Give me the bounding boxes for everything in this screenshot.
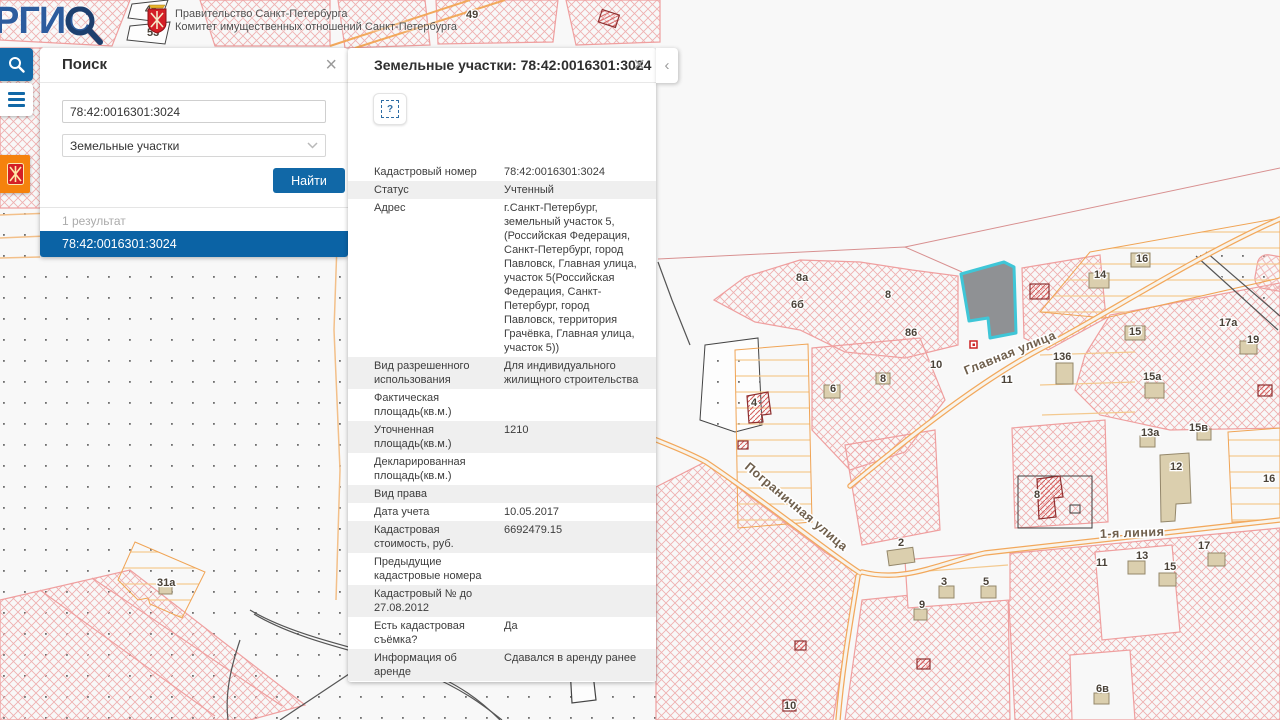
spb-crest-small-icon bbox=[7, 163, 24, 185]
parcel-label: 8 bbox=[885, 289, 891, 301]
parcel-label: 6б bbox=[791, 299, 804, 311]
gov-line1: Правительство Санкт-Петербурга bbox=[175, 8, 457, 21]
parcel-label: 8 bbox=[1034, 489, 1040, 501]
spb-crest-icon bbox=[146, 4, 168, 34]
close-icon[interactable]: × bbox=[325, 52, 337, 78]
parcel-label: 5 bbox=[983, 576, 989, 588]
table-row: Кадастровая стоимость, руб.6692479.15 bbox=[348, 521, 656, 553]
divider bbox=[40, 207, 348, 208]
parcel-label: 3 bbox=[941, 576, 947, 588]
search-panel: Поиск × Земельные участки Найти 1 резуль… bbox=[40, 48, 348, 257]
search-category-select[interactable]: Земельные участки bbox=[62, 134, 326, 157]
details-panel-header: Земельные участки: 78:42:0016301:3024 × bbox=[348, 48, 656, 83]
highlight-object-button[interactable]: ? bbox=[373, 93, 407, 125]
table-row: Декларированная площадь(кв.м.) bbox=[348, 453, 656, 485]
parcel-label: 10 bbox=[930, 359, 942, 371]
table-row: Кадастровый номер78:42:0016301:3024 bbox=[348, 163, 656, 181]
table-row: Информация об арендеСдавался в аренду ра… bbox=[348, 649, 656, 681]
parcel-label: 16 bbox=[1136, 253, 1148, 265]
parcel-label: 2 bbox=[898, 537, 904, 549]
table-row: Адресг.Санкт-Петербург, земельный участо… bbox=[348, 199, 656, 357]
parcel-label: 15а bbox=[1143, 371, 1162, 383]
table-row: Вид разрешенного использованияДля индиви… bbox=[348, 357, 656, 389]
parcel-label: 11 bbox=[1096, 557, 1108, 569]
parcel-label: 86 bbox=[905, 327, 917, 339]
parcel-label: 19 bbox=[1247, 334, 1259, 346]
parcel-label: 6в bbox=[1096, 683, 1109, 695]
table-row: Уточненная площадь(кв.м.)1210 bbox=[348, 421, 656, 453]
attributes-table: Кадастровый номер78:42:0016301:3024 Стат… bbox=[348, 163, 656, 681]
search-result-item[interactable]: 78:42:0016301:3024 bbox=[40, 231, 348, 257]
parcel-label: 13 bbox=[1136, 550, 1148, 562]
parcel-label: 8 bbox=[880, 373, 886, 385]
rgis-logo: РГИС bbox=[0, 0, 92, 43]
table-row: Вид права bbox=[348, 485, 656, 503]
details-panel: Земельные участки: 78:42:0016301:3024 × … bbox=[348, 48, 656, 682]
parcel-label: 15 bbox=[1164, 561, 1176, 573]
parcel-label: 136 bbox=[1053, 351, 1071, 363]
street-label: 1-я линия bbox=[1100, 525, 1165, 541]
parcel-label: 16 bbox=[1263, 473, 1275, 485]
gov-line2: Комитет имущественных отношений Санкт-Пе… bbox=[175, 21, 457, 34]
magnifier-logo-icon bbox=[60, 2, 106, 48]
parcel-label: 8а bbox=[796, 272, 809, 284]
government-block: Правительство Санкт-Петербурга Комитет и… bbox=[146, 4, 457, 34]
search-panel-header: Поиск × bbox=[40, 48, 348, 83]
parcel-label: 9 bbox=[919, 599, 925, 611]
parcel-label: 10 bbox=[784, 700, 796, 712]
parcel-label: 31а bbox=[157, 577, 176, 589]
parcel-label: 49 bbox=[466, 9, 478, 21]
table-row: Дата учета10.05.2017 bbox=[348, 503, 656, 521]
search-input[interactable] bbox=[62, 100, 326, 123]
table-row: СтатусУчтенный bbox=[348, 181, 656, 199]
table-row: Предыдущие кадастровые номера bbox=[348, 553, 656, 585]
parcel-label: 14 bbox=[1094, 269, 1107, 281]
object-selection-icon: ? bbox=[381, 100, 399, 118]
table-row: Фактическая площадь(кв.м.) bbox=[348, 389, 656, 421]
table-row: Кадастровый № до 27.08.2012 bbox=[348, 585, 656, 617]
spb-services-button[interactable] bbox=[0, 155, 30, 193]
parcel-label: 17 bbox=[1198, 540, 1210, 552]
rgis-app: Главная улица Пограничная улица 1-я лини… bbox=[0, 0, 1280, 720]
layers-menu-button[interactable] bbox=[0, 83, 33, 116]
parcel-label: 4 bbox=[751, 397, 758, 409]
parcel-label: 15 bbox=[1129, 326, 1141, 338]
table-row: Есть кадастровая съёмка?Да bbox=[348, 617, 656, 649]
parcel-label: 6 bbox=[830, 383, 836, 395]
collapse-panel-button[interactable]: ‹ bbox=[656, 48, 678, 83]
find-button[interactable]: Найти bbox=[273, 168, 345, 193]
chevron-down-icon bbox=[307, 142, 318, 149]
search-icon bbox=[8, 56, 25, 73]
parcel-label: 13а bbox=[1141, 427, 1160, 439]
results-count: 1 результат bbox=[62, 214, 126, 228]
search-tool-button[interactable] bbox=[0, 48, 33, 81]
close-icon[interactable]: × bbox=[633, 52, 645, 78]
parcel-label: 12 bbox=[1170, 461, 1182, 473]
parcel-label: 11 bbox=[1001, 374, 1013, 386]
details-panel-title: Земельные участки: 78:42:0016301:3024 bbox=[374, 48, 651, 82]
search-panel-title: Поиск bbox=[62, 48, 107, 82]
search-category-value: Земельные участки bbox=[70, 139, 179, 153]
parcel-label: 15в bbox=[1189, 422, 1208, 434]
hamburger-icon bbox=[8, 92, 25, 107]
chevron-left-icon: ‹ bbox=[665, 57, 670, 74]
parcel-label: 17а bbox=[1219, 317, 1238, 329]
